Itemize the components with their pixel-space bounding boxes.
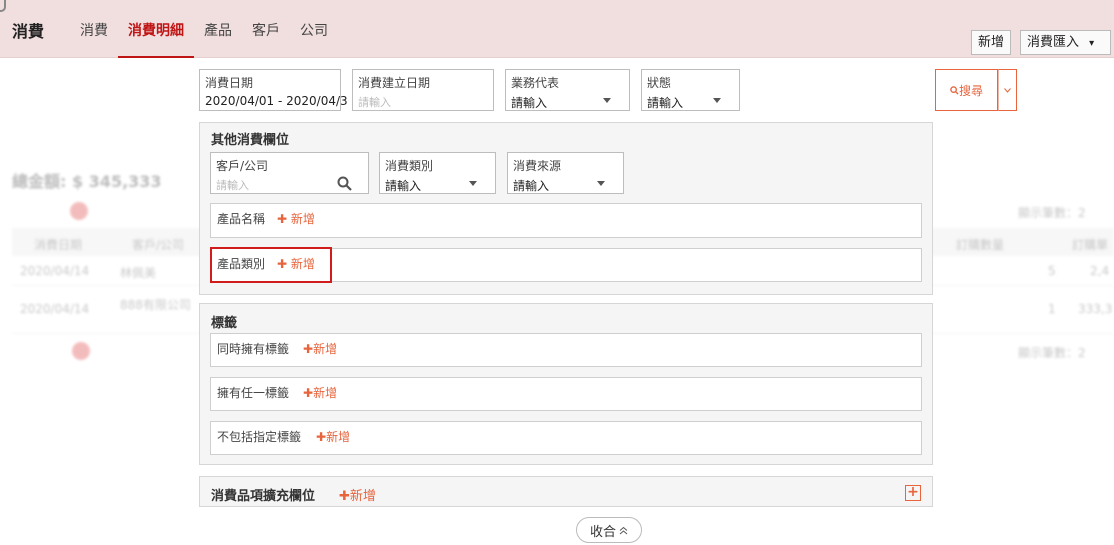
- product-name-filter: 產品名稱 ✚ 新增: [210, 203, 922, 238]
- plus-icon: ✚: [303, 386, 314, 400]
- category-select[interactable]: 消費類別 請輸入: [379, 152, 496, 194]
- search-button-label: 搜尋: [958, 83, 983, 98]
- chevron-down-icon: ▾: [1089, 38, 1095, 49]
- tab-companies[interactable]: 公司: [290, 0, 338, 58]
- column-header: 訂購數量: [956, 238, 1005, 252]
- product-category-filter: 產品類別 ✚ 新增: [210, 248, 922, 282]
- cell-date: 2020/04/14: [20, 264, 90, 278]
- add-label: 新增: [313, 342, 338, 356]
- window-corner-icon: [0, 0, 6, 12]
- created-date-placeholder: 請輸入: [358, 96, 391, 109]
- add-label: 新增: [290, 212, 315, 226]
- tags-exclude-filter: 不包括指定標籤 ✚新增: [210, 421, 922, 455]
- import-button[interactable]: 消費匯入 ▾: [1020, 30, 1111, 55]
- cell-price: 2,4: [1090, 264, 1110, 278]
- extension-section: 消費品項擴充欄位 ✚新增: [199, 476, 933, 507]
- tags-any-filter: 擁有任一標籤 ✚新增: [210, 377, 922, 411]
- product-category-label: 產品類別: [217, 257, 266, 271]
- pager-dot-icon: [72, 342, 90, 360]
- new-button[interactable]: 新增: [971, 30, 1011, 55]
- add-tags-any-link[interactable]: ✚新增: [303, 384, 337, 401]
- expand-plus-icon[interactable]: +: [905, 485, 921, 501]
- customer-search-field[interactable]: 客戶/公司 請輸入: [210, 152, 369, 194]
- tab-consumption[interactable]: 消費: [70, 0, 118, 58]
- add-product-category-link[interactable]: ✚ 新增: [277, 255, 315, 272]
- collapse-button[interactable]: 收合: [576, 517, 642, 543]
- cell-qty: 1: [1048, 302, 1056, 316]
- plus-icon: ✚: [277, 257, 288, 271]
- sales-rep-label: 業務代表: [511, 76, 560, 90]
- pager-dot-icon: [70, 202, 88, 220]
- tags-any-label: 擁有任一標籤: [217, 386, 290, 400]
- source-select[interactable]: 消費來源 請輸入: [507, 152, 624, 194]
- add-product-name-link[interactable]: ✚ 新增: [277, 210, 315, 227]
- customer-label: 客戶/公司: [216, 159, 269, 173]
- add-label: 新增: [313, 386, 338, 400]
- cell-customer: 林佩美: [120, 266, 157, 280]
- add-tags-exclude-link[interactable]: ✚新增: [316, 428, 350, 445]
- search-options-toggle[interactable]: [998, 69, 1017, 111]
- caret-down-icon: [469, 181, 477, 186]
- app-title: 消費: [12, 22, 45, 41]
- collapse-label: 收合: [589, 524, 616, 540]
- add-extension-link[interactable]: ✚新增: [339, 485, 376, 504]
- add-label: 新增: [349, 489, 376, 504]
- section-title: 其他消費欄位: [211, 133, 290, 148]
- tab-customers[interactable]: 客戶: [242, 0, 290, 58]
- double-chevron-up-icon: [619, 526, 628, 534]
- section-title: 標籤: [211, 316, 238, 331]
- product-name-label: 產品名稱: [217, 212, 266, 226]
- column-header: 消費日期: [34, 238, 83, 252]
- date-range-field[interactable]: 消費日期 2020/04/01 - 2020/04/3: [199, 69, 348, 111]
- section-title: 消費品項擴充欄位: [211, 489, 316, 504]
- status-value: 請輸入: [647, 96, 684, 110]
- search-button[interactable]: 搜尋: [935, 69, 998, 111]
- column-header: 客戶/公司: [132, 238, 185, 252]
- caret-down-icon: [713, 98, 721, 103]
- total-amount: 總金額: $ 345,333: [12, 172, 162, 191]
- display-count: 顯示筆數：2: [1018, 206, 1086, 220]
- created-date-field[interactable]: 消費建立日期 請輸入: [352, 69, 494, 111]
- add-tags-all-link[interactable]: ✚新增: [303, 340, 337, 357]
- add-label: 新增: [326, 430, 351, 444]
- import-button-label: 消費匯入: [1027, 35, 1080, 50]
- tab-consumption-details[interactable]: 消費明細: [118, 0, 194, 58]
- status-label: 狀態: [647, 76, 672, 90]
- plus-icon: ✚: [277, 212, 288, 226]
- search-icon[interactable]: [337, 176, 352, 191]
- cell-date: 2020/04/14: [20, 302, 90, 316]
- source-label: 消費來源: [513, 159, 562, 173]
- sales-rep-select[interactable]: 業務代表 請輸入: [505, 69, 630, 111]
- category-value: 請輸入: [385, 179, 422, 193]
- cell-qty: 5: [1048, 264, 1056, 278]
- display-count: 顯示筆數：2: [1018, 346, 1086, 360]
- tags-exclude-label: 不包括指定標籤: [217, 430, 302, 444]
- add-label: 新增: [290, 257, 315, 271]
- tags-all-label: 同時擁有標籤: [217, 342, 290, 356]
- customer-placeholder: 請輸入: [216, 179, 249, 192]
- status-select[interactable]: 狀態 請輸入: [641, 69, 740, 111]
- tab-products[interactable]: 產品: [194, 0, 242, 58]
- category-label: 消費類別: [385, 159, 434, 173]
- source-value: 請輸入: [513, 179, 550, 193]
- plus-icon: ✚: [339, 489, 350, 504]
- sales-rep-value: 請輸入: [511, 96, 548, 110]
- cell-price: 333,3: [1078, 302, 1113, 316]
- chevron-down-icon: [1004, 87, 1011, 93]
- search-icon: [950, 85, 959, 95]
- cell-customer: 888有限公司: [120, 298, 191, 312]
- column-header: 訂購單: [1072, 238, 1109, 252]
- main-nav: 消費 消費明細 產品 客戶 公司: [70, 0, 338, 58]
- plus-icon: ✚: [316, 430, 327, 444]
- tags-all-filter: 同時擁有標籤 ✚新增: [210, 333, 922, 367]
- caret-down-icon: [603, 98, 611, 103]
- date-range-label: 消費日期: [205, 76, 254, 90]
- created-date-label: 消費建立日期: [358, 76, 431, 90]
- plus-icon: ✚: [303, 342, 314, 356]
- caret-down-icon: [597, 181, 605, 186]
- top-bar: 消費 消費 消費明細 產品 客戶 公司 新增 消費匯入 ▾: [0, 0, 1114, 58]
- date-range-value: 2020/04/01 - 2020/04/3: [205, 94, 348, 108]
